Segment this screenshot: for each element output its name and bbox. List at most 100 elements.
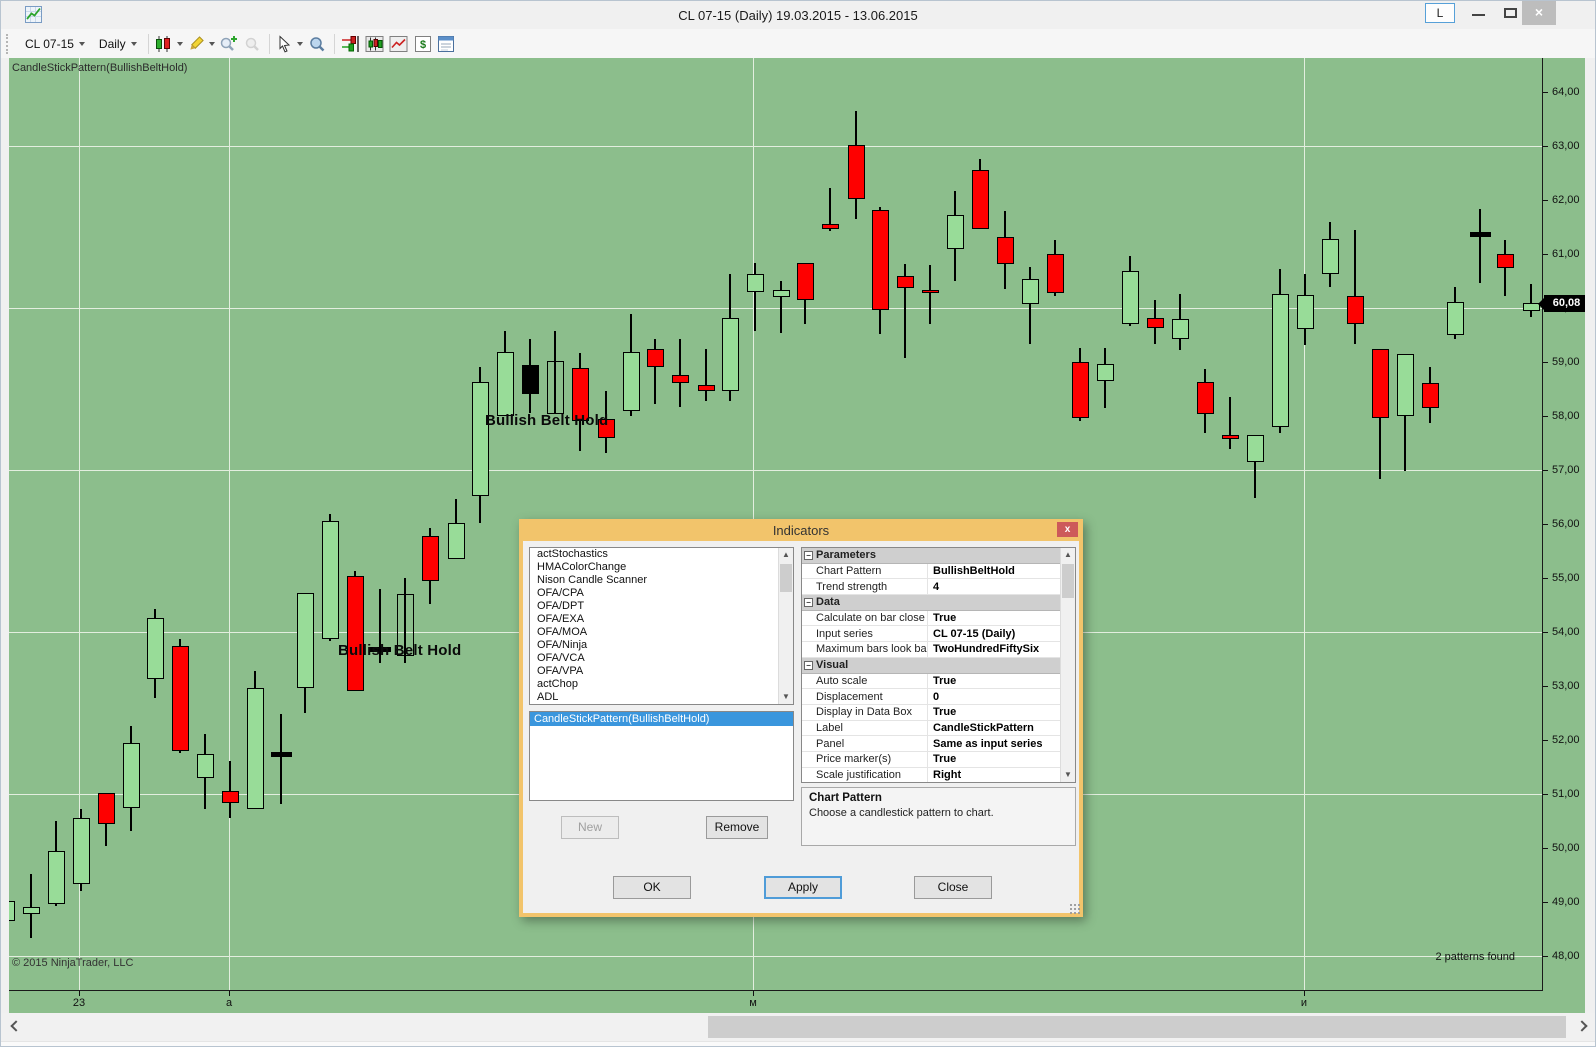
scroll-down-icon[interactable]: ▼ bbox=[1061, 768, 1075, 782]
chart-window-icon bbox=[25, 6, 42, 23]
property-row[interactable]: PanelSame as input series bbox=[802, 736, 1060, 752]
indicator-list-item[interactable]: OFA/Ninja bbox=[530, 639, 793, 652]
grid-scrollbar[interactable]: ▲ ▼ bbox=[1060, 548, 1075, 782]
indicator-list-item[interactable]: ADL bbox=[530, 691, 793, 704]
property-value[interactable]: CandleStickPattern bbox=[928, 722, 1060, 734]
property-value[interactable]: BullishBeltHold bbox=[928, 565, 1060, 577]
configured-indicators-list[interactable]: CandleStickPattern(BullishBeltHold) bbox=[529, 711, 794, 801]
scroll-down-icon[interactable]: ▼ bbox=[779, 690, 793, 704]
close-window-button[interactable]: × bbox=[1522, 1, 1556, 25]
maximize-button[interactable] bbox=[1495, 1, 1525, 25]
property-row[interactable]: Trend strength4 bbox=[802, 579, 1060, 595]
price-tick-label: 50,00 bbox=[1552, 842, 1580, 854]
period-dropdown[interactable]: Daily bbox=[92, 34, 144, 54]
price-marker: 60,08 bbox=[1544, 295, 1585, 312]
indicator-list-item[interactable]: OFA/VPA bbox=[530, 665, 793, 678]
property-value[interactable]: 0 bbox=[928, 691, 1060, 703]
toolbar-grip[interactable] bbox=[6, 34, 10, 54]
instrument-dropdown[interactable]: CL 07-15 bbox=[18, 34, 92, 54]
ok-button[interactable]: OK bbox=[613, 876, 691, 899]
apply-button[interactable]: Apply bbox=[764, 876, 842, 899]
property-group-row[interactable]: −Visual bbox=[802, 658, 1060, 674]
chart-style-icon[interactable] bbox=[153, 33, 185, 55]
property-value[interactable]: True bbox=[928, 753, 1060, 765]
property-label: Input series bbox=[802, 626, 928, 641]
property-row[interactable]: Input seriesCL 07-15 (Daily) bbox=[802, 626, 1060, 642]
indicator-list-item[interactable]: HMAColorChange bbox=[530, 561, 793, 574]
indicator-list-item[interactable]: actStochastics bbox=[530, 548, 793, 561]
scroll-up-icon[interactable]: ▲ bbox=[779, 548, 793, 562]
property-grid[interactable]: −ParametersChart PatternBullishBeltHoldT… bbox=[801, 547, 1076, 783]
scroll-up-icon[interactable]: ▲ bbox=[1061, 548, 1075, 562]
close-button[interactable]: Close bbox=[914, 876, 992, 899]
properties-icon[interactable] bbox=[435, 33, 459, 55]
property-label: Label bbox=[802, 721, 928, 736]
property-row[interactable]: Scale justificationRight bbox=[802, 768, 1060, 783]
indicator-list-item[interactable]: OFA/CPA bbox=[530, 587, 793, 600]
property-value[interactable]: True bbox=[928, 675, 1060, 687]
time-tick bbox=[1304, 991, 1305, 996]
minimize-button[interactable] bbox=[1463, 1, 1493, 25]
list-scrollbar[interactable]: ▲ ▼ bbox=[778, 548, 793, 704]
window-title: CL 07-15 (Daily) 19.03.2015 - 13.06.2015 bbox=[201, 8, 1395, 23]
property-row[interactable]: Calculate on bar closeTrue bbox=[802, 611, 1060, 627]
maximize-glyph bbox=[1504, 8, 1517, 18]
candle-wick bbox=[1504, 240, 1506, 296]
property-group-row[interactable]: −Data bbox=[802, 595, 1060, 611]
candle-doji-dash bbox=[271, 752, 292, 757]
property-row[interactable]: Displacement0 bbox=[802, 689, 1060, 705]
scroll-left-icon[interactable] bbox=[10, 1020, 21, 1031]
horizontal-scrollbar[interactable] bbox=[1, 1013, 1596, 1041]
property-value[interactable]: True bbox=[928, 706, 1060, 718]
collapse-icon[interactable]: − bbox=[804, 661, 813, 670]
scroll-right-icon[interactable] bbox=[1576, 1020, 1587, 1031]
property-value[interactable]: True bbox=[928, 612, 1060, 624]
indicator-list-item[interactable]: OFA/VCA bbox=[530, 652, 793, 665]
indicator-list-item[interactable]: actChop bbox=[530, 678, 793, 691]
collapse-icon[interactable]: − bbox=[804, 551, 813, 560]
resize-grip[interactable] bbox=[1069, 903, 1080, 914]
property-value[interactable]: Right bbox=[928, 769, 1060, 781]
property-value[interactable]: 4 bbox=[928, 581, 1060, 593]
property-row[interactable]: LabelCandleStickPattern bbox=[802, 721, 1060, 737]
dialog-close-button[interactable]: x bbox=[1057, 522, 1078, 537]
property-group-label: Visual bbox=[816, 658, 848, 673]
property-group-row[interactable]: −Parameters bbox=[802, 548, 1060, 564]
strategy-analyzer-icon[interactable] bbox=[387, 33, 411, 55]
scrollbar-thumb[interactable] bbox=[708, 1016, 1566, 1038]
property-row[interactable]: Maximum bars look baTwoHundredFiftySix bbox=[802, 642, 1060, 658]
instrument-label: CL 07-15 bbox=[25, 37, 74, 51]
collapse-icon[interactable]: − bbox=[804, 598, 813, 607]
indicator-panel-icon[interactable] bbox=[363, 33, 387, 55]
candle-wick bbox=[1530, 284, 1532, 317]
time-tick-label: а bbox=[226, 997, 232, 1009]
zoom-in-icon[interactable] bbox=[217, 33, 241, 55]
drawing-tools-icon[interactable] bbox=[185, 33, 217, 55]
property-value[interactable]: Same as input series bbox=[928, 738, 1060, 750]
remove-button[interactable]: Remove bbox=[706, 816, 768, 839]
indicator-list-item[interactable]: OFA/MOA bbox=[530, 626, 793, 639]
link-button[interactable]: L bbox=[1425, 3, 1455, 23]
chart-trader-icon[interactable] bbox=[339, 33, 363, 55]
indicators-dialog[interactable]: Indicators x actStochasticsHMAColorChang… bbox=[519, 519, 1083, 917]
price-tick-label: 55,00 bbox=[1552, 572, 1580, 584]
property-label: Chart Pattern bbox=[802, 564, 928, 579]
indicator-list-item[interactable]: OFA/EXA bbox=[530, 613, 793, 626]
window-titlebar[interactable]: CL 07-15 (Daily) 19.03.2015 - 13.06.2015… bbox=[1, 1, 1595, 29]
indicator-list-item[interactable]: Nison Candle Scanner bbox=[530, 574, 793, 587]
property-value[interactable]: CL 07-15 (Daily) bbox=[928, 628, 1060, 640]
scrollbar-thumb[interactable] bbox=[780, 564, 792, 592]
available-indicators-list[interactable]: actStochasticsHMAColorChangeNison Candle… bbox=[529, 547, 794, 705]
cursor-icon[interactable] bbox=[274, 33, 306, 55]
scrollbar-thumb[interactable] bbox=[1062, 564, 1074, 598]
data-box-icon[interactable] bbox=[306, 33, 330, 55]
property-row[interactable]: Price marker(s)True bbox=[802, 752, 1060, 768]
candle-body bbox=[897, 276, 914, 288]
property-row[interactable]: Chart PatternBullishBeltHold bbox=[802, 564, 1060, 580]
property-value[interactable]: TwoHundredFiftySix bbox=[928, 643, 1060, 655]
property-row[interactable]: Auto scaleTrue bbox=[802, 674, 1060, 690]
indicator-list-item[interactable]: OFA/DPT bbox=[530, 600, 793, 613]
configured-indicator-item[interactable]: CandleStickPattern(BullishBeltHold) bbox=[530, 712, 793, 726]
property-row[interactable]: Display in Data BoxTrue bbox=[802, 705, 1060, 721]
account-icon[interactable]: $ bbox=[411, 33, 435, 55]
